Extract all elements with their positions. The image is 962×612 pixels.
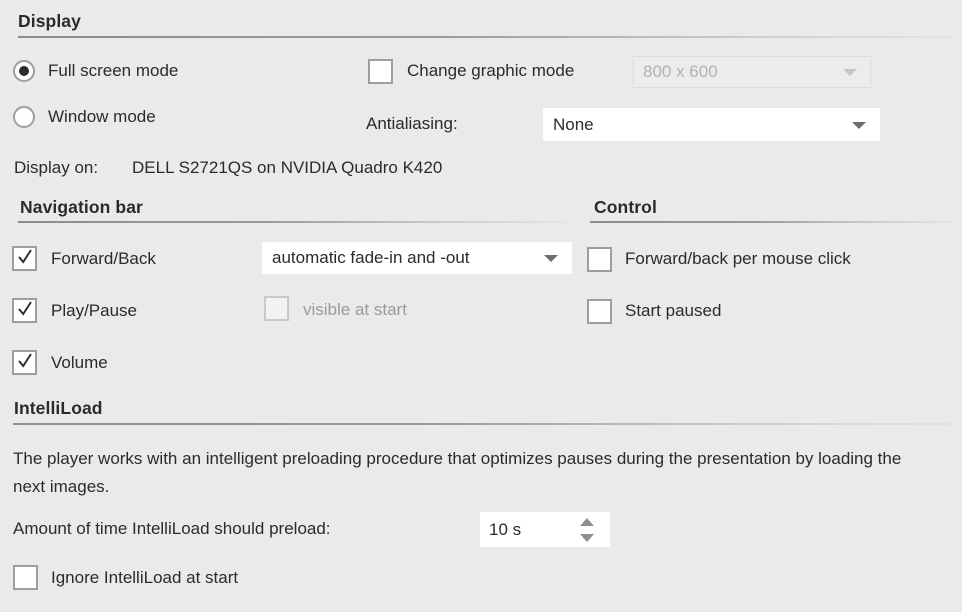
- checkbox-label-forward-back[interactable]: Forward/Back: [51, 249, 156, 269]
- label-antialiasing: Antialiasing:: [366, 114, 458, 133]
- spinner-up-icon[interactable]: [580, 517, 594, 526]
- spinner-preload-value: 10 s: [489, 519, 522, 539]
- checkbox-change-graphic-mode[interactable]: [368, 59, 393, 84]
- radio-label-window-mode[interactable]: Window mode: [48, 107, 156, 127]
- spinner-buttons[interactable]: [580, 517, 594, 543]
- section-rule-control: [590, 221, 954, 223]
- radio-label-full-screen-mode[interactable]: Full screen mode: [48, 61, 178, 81]
- checkbox-forward-back-per-mouse-click[interactable]: [587, 247, 612, 272]
- section-rule-intelliload: [13, 423, 954, 425]
- checkbox-label-visible-at-start: visible at start: [303, 300, 407, 319]
- chevron-down-icon: [852, 121, 866, 129]
- section-rule-navigation-bar: [18, 221, 566, 223]
- intelliload-description: The player works with an intelligent pre…: [13, 449, 902, 496]
- checkbox-label-change-graphic-mode[interactable]: Change graphic mode: [407, 61, 574, 81]
- check-icon: [18, 353, 32, 368]
- check-icon: [18, 301, 32, 316]
- chevron-down-icon: [544, 255, 558, 262]
- checkbox-visible-at-start: [264, 296, 289, 321]
- checkbox-play-pause[interactable]: [12, 298, 37, 323]
- checkbox-volume[interactable]: [12, 350, 37, 375]
- chevron-down-icon: [843, 69, 857, 76]
- section-title-display: Display: [18, 11, 81, 31]
- section-rule-display: [18, 36, 954, 38]
- value-display-on: DELL S2721QS on NVIDIA Quadro K420: [132, 158, 443, 177]
- checkbox-ignore-intelliload-at-start[interactable]: [13, 565, 38, 590]
- radio-window-mode[interactable]: [13, 106, 35, 128]
- section-title-navigation-bar: Navigation bar: [20, 197, 143, 217]
- label-display-on: Display on:: [14, 158, 99, 177]
- check-icon: [18, 249, 32, 264]
- checkbox-label-ignore-intelliload-at-start[interactable]: Ignore IntelliLoad at start: [51, 568, 238, 588]
- combo-antialiasing-value: None: [553, 114, 594, 134]
- checkbox-start-paused[interactable]: [587, 299, 612, 324]
- section-title-intelliload: IntelliLoad: [14, 398, 103, 418]
- checkbox-label-forward-back-per-mouse-click[interactable]: Forward/back per mouse click: [625, 249, 851, 269]
- player-settings-panel: Display Full screen mode Window mode Cha…: [0, 0, 962, 612]
- combo-resolution: 800 x 600: [633, 56, 871, 88]
- combo-antialiasing[interactable]: None: [543, 108, 880, 141]
- checkbox-label-volume[interactable]: Volume: [51, 353, 108, 373]
- label-preload-amount: Amount of time IntelliLoad should preloa…: [13, 519, 331, 538]
- section-title-control: Control: [594, 197, 657, 217]
- combo-navigation-fade-mode-value: automatic fade-in and -out: [272, 248, 470, 267]
- spinner-down-icon[interactable]: [580, 533, 594, 542]
- checkbox-label-start-paused[interactable]: Start paused: [625, 301, 721, 321]
- checkbox-forward-back[interactable]: [12, 246, 37, 271]
- radio-full-screen-mode[interactable]: [13, 60, 35, 82]
- checkbox-label-play-pause[interactable]: Play/Pause: [51, 301, 137, 321]
- combo-resolution-value: 800 x 600: [643, 62, 718, 81]
- spinner-preload-amount[interactable]: 10 s: [480, 512, 610, 547]
- combo-navigation-fade-mode[interactable]: automatic fade-in and -out: [262, 242, 572, 274]
